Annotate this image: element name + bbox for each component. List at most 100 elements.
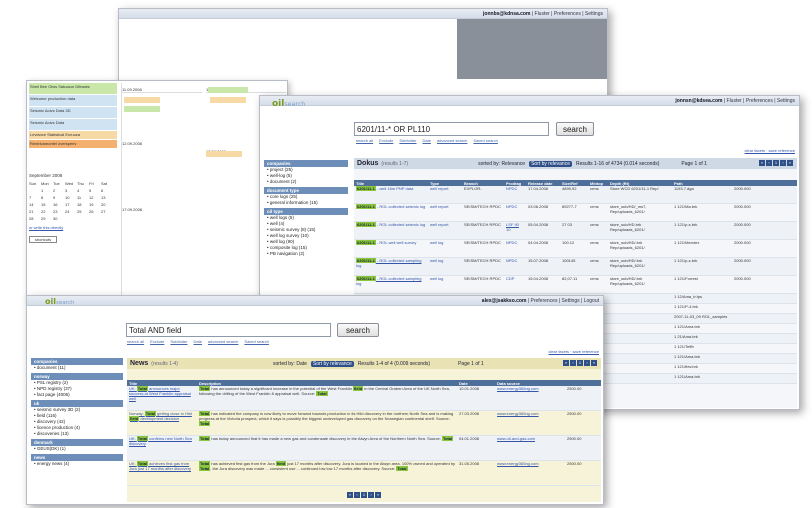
column-header[interactable]: Release date: [526, 181, 560, 186]
facet-item[interactable]: • fact page (4006): [31, 392, 123, 398]
event-item[interactable]: Seismic Aoivs Data: [29, 119, 117, 130]
result-title-link[interactable]: - ROL collected seismic log: [376, 204, 425, 209]
search-button[interactable]: search: [337, 323, 379, 337]
event-item[interactable]: Shell Bee Oiws Satuacor Dilrwats: [29, 83, 117, 94]
event-item[interactable]: Seismic Aoivs Data 3D: [29, 107, 117, 118]
search-button[interactable]: search: [556, 122, 594, 136]
search-option[interactable]: Subfolder: [170, 339, 187, 344]
calendar-day[interactable]: 18: [77, 201, 89, 208]
calendar-day[interactable]: 10: [65, 194, 77, 201]
sort-button[interactable]: Sort by relevance: [310, 360, 354, 367]
calendar-day[interactable]: 23: [53, 208, 65, 215]
column-header[interactable]: Title: [127, 381, 197, 386]
news-source[interactable]: www.energy365ng.com: [495, 386, 565, 410]
event-item[interactable]: Leviance Statistical Ecruoza: [29, 131, 117, 139]
event-item[interactable]: Welcome production data: [29, 95, 117, 106]
shortcuts-button[interactable]: shortcuts: [29, 236, 57, 243]
table-row[interactable]: UK: Total achieves first gas from Jura j…: [127, 461, 601, 486]
search-option[interactable]: Saved search: [244, 339, 268, 344]
calendar-day[interactable]: 16: [53, 201, 65, 208]
table-row[interactable]: 6201/11-1 - ROL collected sampling log we…: [354, 276, 797, 294]
table-cell[interactable]: store_sub/HD.brk Rep/uploads_6201/: [608, 222, 672, 232]
calendar-day[interactable]: 29: [41, 215, 53, 222]
table-cell[interactable]: NPDC: [504, 186, 526, 191]
pager-next-button[interactable]: ›: [780, 160, 786, 166]
pager-last-button[interactable]: »: [787, 160, 793, 166]
table-cell[interactable]: LSF 90 10: [504, 222, 526, 232]
pager-next-button[interactable]: ›: [368, 492, 374, 498]
calendar-day[interactable]: 21: [29, 208, 41, 215]
column-header[interactable]: Mintop: [588, 181, 608, 186]
column-header[interactable]: Prodtag: [504, 181, 526, 186]
calendar-day[interactable]: 7: [29, 194, 41, 201]
search-input[interactable]: Total AND field: [126, 323, 331, 337]
calendar-day[interactable]: 27: [101, 208, 113, 215]
table-row[interactable]: 6201/11-1 - ROL collected seismic log wel…: [354, 222, 797, 240]
calendar-day[interactable]: 24: [65, 208, 77, 215]
calendar-day[interactable]: 25: [77, 208, 89, 215]
news-title-link[interactable]: UK: Total achieves first gas from Jura j…: [127, 461, 197, 485]
pager-first-button[interactable]: «: [563, 360, 569, 366]
search-option[interactable]: Date: [422, 138, 430, 143]
pager-last-button[interactable]: »: [591, 360, 597, 366]
table-row[interactable]: 6201/11-1 - ROL collected seismic log wel…: [354, 204, 797, 222]
pager-prev-button[interactable]: ‹: [766, 160, 772, 166]
calendar-day[interactable]: 9: [53, 194, 65, 201]
pager-first-button[interactable]: «: [759, 160, 765, 166]
pager-prev-button[interactable]: ‹: [354, 492, 360, 498]
column-header[interactable]: Branch: [462, 181, 504, 186]
table-row[interactable]: UK: Total announces major success at Wes…: [127, 386, 601, 411]
table-row[interactable]: 6201/11-1 - well 16m PNP data well report…: [354, 186, 797, 204]
news-source[interactable]: www.energy365ng.com: [495, 411, 565, 435]
event-bar[interactable]: [210, 97, 246, 103]
table-cell[interactable]: well report: [428, 186, 462, 191]
calendar-day[interactable]: 17: [65, 201, 77, 208]
search-input[interactable]: 6201/11-* OR PL110: [354, 122, 549, 136]
search-option[interactable]: Subfolder: [399, 138, 416, 143]
search-option[interactable]: Date: [193, 339, 201, 344]
calendar-day[interactable]: 14: [29, 201, 41, 208]
table-cell[interactable]: well log: [428, 240, 462, 245]
table-cell[interactable]: store_sub/HD/.brk Rep/uploads_6201/: [608, 276, 672, 286]
news-source[interactable]: www.oil-and-gas.com: [495, 436, 565, 460]
calendar-day[interactable]: 5: [89, 187, 101, 194]
news-title-link[interactable]: Norway: Total getting close in Hild fiel…: [127, 411, 197, 435]
calendar-day[interactable]: 13: [101, 194, 113, 201]
facet-item[interactable]: • PB navigation (2): [264, 251, 348, 257]
result-title-link[interactable]: - ROL well well survey: [376, 240, 416, 245]
search-option[interactable]: advanced search: [437, 138, 467, 143]
calendar-day[interactable]: 12: [89, 194, 101, 201]
search-option[interactable]: Exclude: [150, 339, 164, 344]
table-row[interactable]: 6201/11-1 - ROL collected sampling log we…: [354, 258, 797, 276]
search-option[interactable]: search all: [127, 339, 144, 344]
table-row[interactable]: 6201/11-1 - ROL well well survey well log…: [354, 240, 797, 258]
pager-page-button[interactable]: 1: [773, 160, 779, 166]
facet-item[interactable]: • energy news (4): [31, 461, 123, 467]
search-option[interactable]: advanced search: [208, 339, 238, 344]
event-bar[interactable]: [206, 151, 242, 157]
column-header[interactable]: Description: [197, 381, 457, 386]
search-option[interactable]: Saved search: [473, 138, 497, 143]
top-right-links[interactable]: clear facets · save reference: [745, 148, 795, 153]
table-cell[interactable]: NPDC: [504, 204, 526, 209]
sort-button[interactable]: Sort by relevance: [529, 160, 572, 167]
table-cell[interactable]: store_sub/HD/_ms7, Rep/uploads_6201/: [608, 204, 672, 214]
event-bar[interactable]: [208, 87, 248, 93]
pager-prev-button[interactable]: ‹: [570, 360, 576, 366]
table-cell[interactable]: well log: [428, 276, 462, 281]
facet-item[interactable]: • GEUS(DK) (1): [31, 446, 123, 452]
shortcut-link[interactable]: or write this directly: [29, 225, 117, 230]
table-cell[interactable]: store_sub/HD/.brk Rep/uploads_6201/: [608, 240, 672, 250]
calendar-day[interactable]: 19: [89, 201, 101, 208]
event-bar[interactable]: [124, 106, 160, 112]
calendar-day[interactable]: 30: [53, 215, 65, 222]
column-header[interactable]: Title: [354, 181, 428, 186]
facet-item[interactable]: • discoveries (13): [31, 431, 123, 437]
column-header[interactable]: Depth (Rt): [608, 181, 672, 186]
facet-item[interactable]: • document (11): [31, 365, 123, 371]
calendar-day[interactable]: 20: [101, 201, 113, 208]
news-source[interactable]: www.energy365ng.com: [495, 461, 565, 485]
column-header[interactable]: Path: [672, 181, 732, 186]
pager-next-button[interactable]: ›: [584, 360, 590, 366]
calendar-day[interactable]: 11: [77, 194, 89, 201]
